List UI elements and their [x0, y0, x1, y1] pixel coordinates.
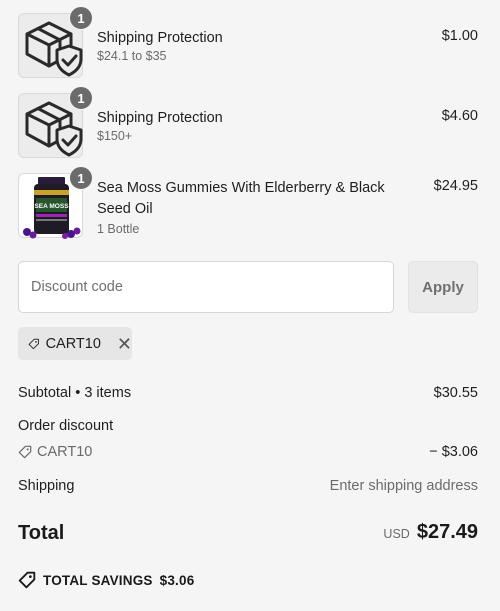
shipping-row: Shipping Enter shipping address — [18, 478, 478, 494]
item-variant: $150+ — [97, 129, 133, 143]
tag-icon — [28, 338, 39, 349]
discount-code-name: CART10 — [37, 444, 93, 460]
discount-code-row: CART10 − $3.06 — [18, 444, 478, 460]
item-name: Shipping Protection — [97, 30, 223, 46]
subtotal-row: Subtotal • 3 items $30.55 — [18, 385, 478, 401]
order-discount-row: Order discount — [18, 418, 478, 434]
total-savings: TOTAL SAVINGS $3.06 — [18, 571, 194, 589]
applied-discount-chip: CART10 ✕ — [18, 327, 132, 360]
quantity-badge: 1 — [69, 6, 93, 30]
item-name: Shipping Protection — [97, 110, 223, 126]
item-price: $1.00 — [441, 28, 478, 44]
item-name: Sea Moss Gummies With Elderberry & Black… — [97, 180, 385, 217]
discount-value: − $3.06 — [429, 444, 478, 460]
subtotal-label: Subtotal • 3 items — [18, 385, 132, 401]
product-thumbnail: SEA MOSS 1 — [18, 166, 93, 239]
tag-icon — [18, 445, 32, 459]
shipping-label: Shipping — [18, 478, 75, 494]
bottle-label: SEA MOSS — [34, 203, 69, 210]
item-price: $24.95 — [433, 178, 478, 194]
subtotal-value: $30.55 — [433, 385, 478, 401]
line-item: 1 Shipping Protection $150+ $4.60 — [18, 86, 478, 158]
tag-icon — [18, 571, 36, 589]
product-thumbnail: 1 — [18, 6, 93, 78]
applied-code: CART10 — [45, 335, 101, 352]
remove-discount-icon[interactable]: ✕ — [117, 335, 132, 353]
total-savings-value: $3.06 — [159, 572, 195, 588]
line-item: SEA MOSS 1 Sea Moss Gummies With Elderbe… — [18, 166, 478, 241]
total-value-group: USD $27.49 — [383, 521, 478, 544]
total-amount: $27.49 — [416, 521, 478, 543]
discount-code-input[interactable] — [18, 261, 394, 313]
item-variant: 1 Bottle — [97, 222, 140, 236]
line-item: 1 Shipping Protection $24.1 to $35 $1.00 — [18, 6, 478, 78]
discount-row: Apply — [18, 261, 478, 313]
item-variant: $24.1 to $35 — [97, 49, 167, 63]
total-currency: USD — [383, 527, 410, 541]
quantity-badge: 1 — [69, 86, 93, 110]
apply-button[interactable]: Apply — [408, 261, 478, 313]
quantity-badge: 1 — [69, 166, 93, 190]
item-price: $4.60 — [441, 108, 478, 124]
shipping-value: Enter shipping address — [329, 478, 478, 494]
product-thumbnail: 1 — [18, 86, 93, 158]
total-savings-label: TOTAL SAVINGS — [43, 572, 153, 588]
discount-code-line: CART10 — [18, 444, 478, 460]
total-label: Total — [18, 522, 65, 544]
order-discount-label: Order discount — [18, 418, 114, 434]
